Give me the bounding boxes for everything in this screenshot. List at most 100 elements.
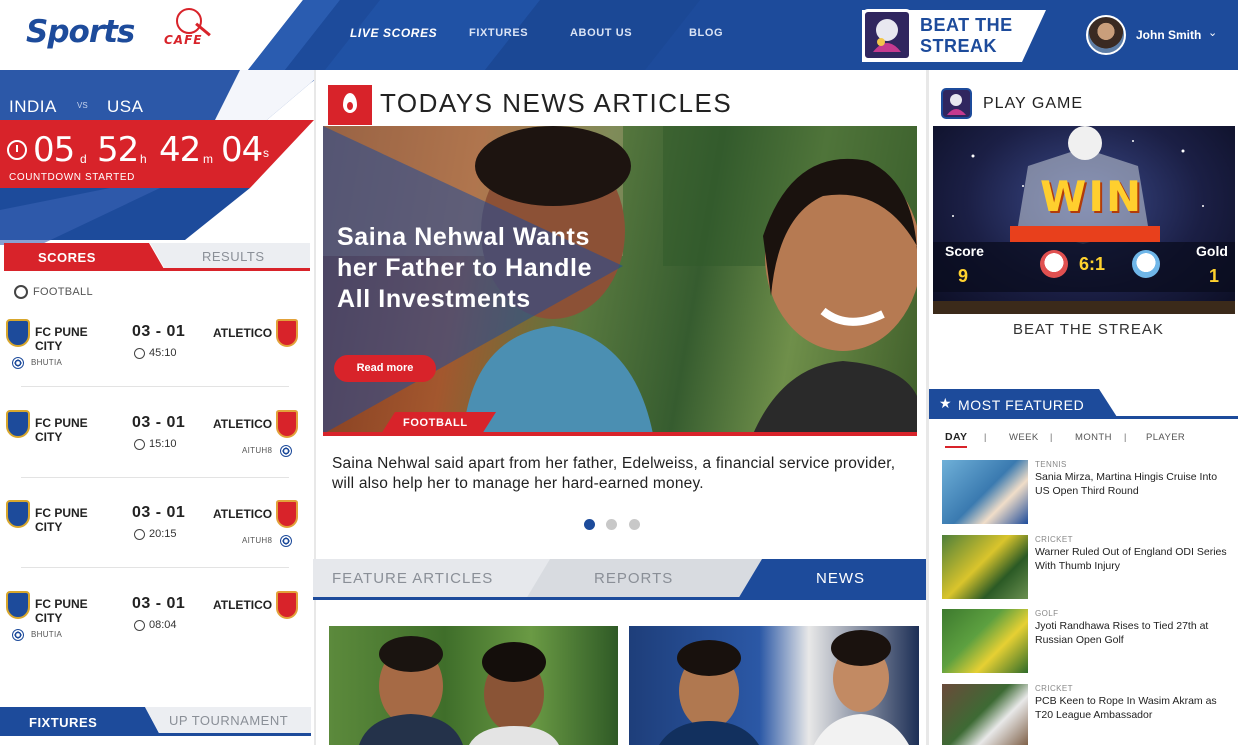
filter-week[interactable]: WEEK (1009, 432, 1039, 443)
sportscafe-page: Sports CAFE LIVE SCORES FIXTURES ABOUT U… (0, 0, 1238, 745)
gold-value: 1 (1209, 266, 1220, 286)
match-row[interactable]: FC PUNE CITY 03 - 01 45:10 ATLETICO BHUT… (0, 315, 314, 405)
article-title[interactable]: PCB Keen to Rope In Wasim Akram as T20 L… (1035, 694, 1227, 722)
logo-tennis-ball-icon (176, 8, 202, 34)
article-thumbnail[interactable] (942, 609, 1028, 673)
win-ribbon (1010, 226, 1160, 242)
match-row[interactable]: FC PUNE CITY 03 - 01 15:10 ATLETICO AITU… (0, 406, 314, 496)
match-time: 15:10 (149, 438, 177, 450)
clock-icon (134, 620, 145, 631)
match-time: 45:10 (149, 347, 177, 359)
nav-fixtures[interactable]: FIXTURES (469, 27, 528, 39)
match-divider (21, 477, 289, 478)
football-icon (280, 445, 292, 457)
tab-news[interactable]: NEWS (816, 570, 865, 587)
countdown-label: COUNTDOWN STARTED (9, 172, 135, 183)
match-time: 08:04 (149, 619, 177, 631)
tab-up-tournament[interactable]: UP TOURNAMENT (145, 707, 311, 735)
match-row[interactable]: FC PUNE CITY 03 - 01 08:04 ATLETICO BHUT… (0, 587, 314, 677)
tab-reports[interactable]: REPORTS (594, 570, 673, 587)
match-row[interactable]: FC PUNE CITY 03 - 01 20:15 ATLETICO AITU… (0, 496, 314, 586)
countdown-hours: 52 (97, 130, 139, 170)
football-icon (14, 285, 28, 299)
game-caption[interactable]: BEAT THE STREAK (1013, 321, 1164, 338)
home-crest-icon (6, 410, 30, 438)
article-category: CRICKET (1035, 535, 1073, 544)
clock-icon (134, 529, 145, 540)
away-crest-icon (276, 500, 298, 528)
article-title[interactable]: Warner Ruled Out of England ODI Series W… (1035, 545, 1227, 573)
game-icon[interactable] (862, 9, 912, 61)
away-team: ATLETICO (213, 417, 273, 431)
away-team: ATLETICO (213, 598, 273, 612)
nav-about-us[interactable]: ABOUT US (570, 27, 632, 39)
tab-scores[interactable]: SCORES (4, 243, 164, 269)
fixtures-underline (0, 733, 311, 736)
avatar[interactable] (1086, 15, 1126, 55)
column-divider (926, 70, 929, 745)
scorer-name: AITUH8 (242, 536, 273, 545)
promo-text[interactable]: BEAT THE STREAK (920, 15, 1013, 57)
away-team: ATLETICO (213, 326, 273, 340)
gold-label: Gold (1196, 243, 1228, 259)
score-label: Score (945, 243, 984, 259)
match-time: 20:15 (149, 528, 177, 540)
promo-line-1: BEAT THE (920, 15, 1013, 35)
filter-separator: | (984, 432, 987, 442)
clock-icon (134, 439, 145, 450)
tab-fixtures[interactable]: FIXTURES (0, 707, 160, 735)
filter-separator: | (1124, 432, 1127, 442)
countdown-seconds-unit: s (263, 146, 269, 160)
tab-results[interactable]: RESULTS (150, 243, 310, 269)
away-crest-icon (276, 319, 298, 347)
game-icon[interactable] (941, 88, 972, 119)
filter-month[interactable]: MONTH (1075, 432, 1112, 443)
countdown-seconds: 04 (221, 130, 263, 170)
football-icon (12, 357, 24, 369)
fire-icon (343, 93, 357, 113)
article-thumbnail[interactable] (329, 626, 618, 745)
stopwatch-icon (7, 140, 27, 160)
article-title[interactable]: Jyoti Randhawa Rises to Tied 27th at Rus… (1035, 619, 1227, 647)
article-thumbnail[interactable] (629, 626, 919, 745)
logo-text[interactable]: Sports (26, 14, 135, 50)
nav-blog[interactable]: BLOG (689, 27, 723, 39)
user-name[interactable]: John Smith (1136, 28, 1201, 42)
site-header: Sports CAFE LIVE SCORES FIXTURES ABOUT U… (0, 0, 1238, 70)
filter-player[interactable]: PLAYER (1146, 432, 1185, 443)
article-thumbnail[interactable] (942, 460, 1028, 524)
win-text: WIN (1040, 172, 1144, 221)
chevron-down-icon[interactable]: ⌄ (1208, 26, 1217, 39)
countdown-hours-unit: h (140, 152, 147, 166)
countdown-days: 05 (33, 130, 75, 170)
read-more-button[interactable]: Read more (334, 355, 436, 382)
opponent-avatar-icon (1132, 250, 1160, 278)
filter-separator: | (1050, 432, 1053, 442)
filter-day[interactable]: DAY (945, 431, 968, 448)
carousel-dot-2[interactable] (606, 519, 617, 530)
match-score: 03 - 01 (132, 414, 186, 431)
away-team: ATLETICO (213, 507, 273, 521)
category-tag[interactable]: FOOTBALL (381, 412, 496, 434)
hero-headline[interactable]: Saina Nehwal Wants her Father to Handle … (337, 222, 597, 315)
column-divider (314, 70, 316, 745)
article-title[interactable]: Sania Mirza, Martina Hingis Cruise Into … (1035, 470, 1227, 498)
match-score: 03 - 01 (132, 595, 186, 612)
score-value: 9 (958, 266, 969, 286)
most-featured-title: MOST FEATURED (958, 397, 1085, 413)
away-crest-icon (276, 591, 298, 619)
home-crest-icon (6, 500, 30, 528)
hero-underline (323, 432, 917, 436)
article-thumbnail[interactable] (942, 535, 1028, 599)
article-tabs-underline (313, 597, 926, 600)
carousel-dot-1[interactable] (584, 519, 595, 530)
tab-feature-articles[interactable]: FEATURE ARTICLES (332, 570, 493, 587)
carousel-dot-3[interactable] (629, 519, 640, 530)
game-result: 6:1 (1079, 254, 1106, 274)
clock-icon (134, 348, 145, 359)
nav-live-scores[interactable]: LIVE SCORES (350, 26, 437, 40)
match-score: 03 - 01 (132, 323, 186, 340)
article-thumbnail[interactable] (942, 684, 1028, 745)
scores-sidebar: INDIA VS USA 05 d 52 h 42 m 04 s COUNTDO… (0, 70, 314, 745)
play-game-title: PLAY GAME (983, 95, 1083, 112)
